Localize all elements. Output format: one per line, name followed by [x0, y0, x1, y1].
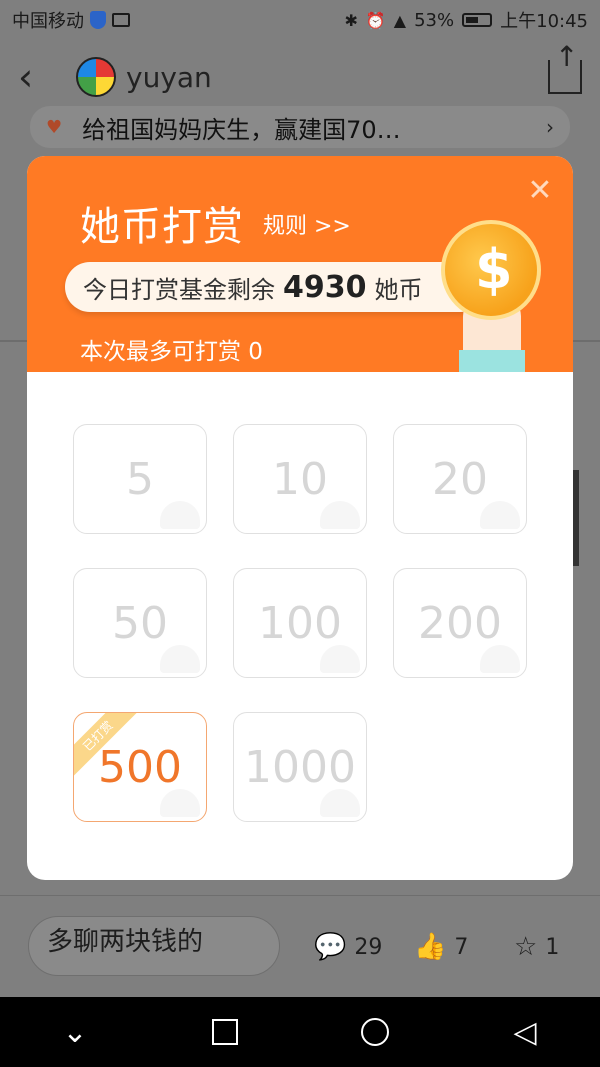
clock: 上午10:45: [500, 11, 588, 32]
chevron-left-icon: ‹: [18, 55, 34, 99]
fund-remaining: 今日打赏基金剩余 4930 她币: [65, 262, 485, 312]
tip-option-50[interactable]: 50: [73, 568, 207, 678]
tip-limit: 本次最多可打赏 0: [80, 339, 263, 365]
close-button[interactable]: ✕: [525, 176, 555, 206]
tip-option-500[interactable]: 已打赏 500: [73, 712, 207, 822]
tip-option-200[interactable]: 200: [393, 568, 527, 678]
favorites-count: 1: [545, 934, 560, 960]
system-nav-bar: ⌄ ◁: [0, 997, 600, 1067]
star-icon: ☆: [514, 932, 538, 962]
pulse-icon: [112, 13, 130, 27]
bottom-action-bar: 多聊两块钱的 💬 29 👍 7 ☆ 1: [0, 895, 600, 997]
nav-recents-button[interactable]: [195, 1019, 255, 1045]
share-button[interactable]: [548, 40, 582, 94]
topic-banner[interactable]: ♥ 给祖国妈妈庆生，赢建国70… ›: [30, 106, 570, 148]
comment-input[interactable]: 多聊两块钱的: [28, 916, 280, 976]
post-header: ‹ yuyan: [0, 40, 600, 114]
tip-option-5[interactable]: 5: [73, 424, 207, 534]
chevron-right-icon: ›: [546, 115, 554, 139]
nav-home-button[interactable]: [345, 1018, 405, 1046]
square-icon: [212, 1019, 238, 1045]
coin-icon: $: [441, 220, 541, 320]
dialog-header: 她币打赏 规则 >> ✕ 今日打赏基金剩余 4930 她币 本次最多可打赏 0 …: [27, 156, 573, 372]
circle-icon: [361, 1018, 389, 1046]
fund-unit: 她币: [374, 275, 423, 304]
status-bar: 中国移动 ✱ ⏰ ▲ 53% 上午10:45: [0, 0, 600, 40]
alarm-icon: ⏰: [365, 10, 386, 30]
close-icon: ✕: [527, 173, 553, 208]
tip-option-10[interactable]: 10: [233, 424, 367, 534]
like-button[interactable]: 👍 7: [414, 932, 468, 962]
fund-label: 今日打赏基金剩余: [83, 275, 275, 304]
signal-icon: ▲: [393, 10, 407, 30]
tip-option-1000[interactable]: 1000: [233, 712, 367, 822]
tip-dialog: 她币打赏 规则 >> ✕ 今日打赏基金剩余 4930 她币 本次最多可打赏 0 …: [27, 156, 573, 880]
rules-link[interactable]: 规则 >>: [263, 208, 351, 240]
sleeve-illustration: [459, 350, 525, 372]
thumbs-up-icon: 👍: [414, 932, 447, 962]
avatar[interactable]: [76, 57, 116, 97]
likes-count: 7: [454, 934, 469, 960]
fund-amount: 4930: [283, 269, 367, 305]
tip-option-100[interactable]: 100: [233, 568, 367, 678]
battery-icon: [462, 13, 493, 27]
battery-percent: 53%: [414, 9, 455, 31]
nav-back-button[interactable]: ◁: [495, 1015, 555, 1050]
bluetooth-icon: ✱: [344, 10, 358, 30]
nav-down-button[interactable]: ⌄: [45, 1015, 105, 1050]
username[interactable]: yuyan: [126, 61, 212, 94]
comments-count: 29: [354, 934, 383, 960]
chevron-down-icon: ⌄: [62, 1014, 88, 1050]
back-button[interactable]: ‹: [18, 55, 58, 99]
comments-button[interactable]: 💬 29: [314, 932, 382, 962]
tip-option-20[interactable]: 20: [393, 424, 527, 534]
shield-icon: [90, 11, 106, 29]
banner-text: 给祖国妈妈庆生，赢建国70…: [82, 115, 401, 144]
dialog-title: 她币打赏: [80, 204, 244, 250]
heart-icon: ♥: [46, 116, 63, 138]
triangle-back-icon: ◁: [513, 1014, 537, 1050]
background-edge: [573, 470, 579, 566]
carrier-label: 中国移动: [12, 11, 84, 32]
favorite-button[interactable]: ☆ 1: [514, 932, 559, 962]
comment-icon: 💬: [314, 932, 347, 962]
